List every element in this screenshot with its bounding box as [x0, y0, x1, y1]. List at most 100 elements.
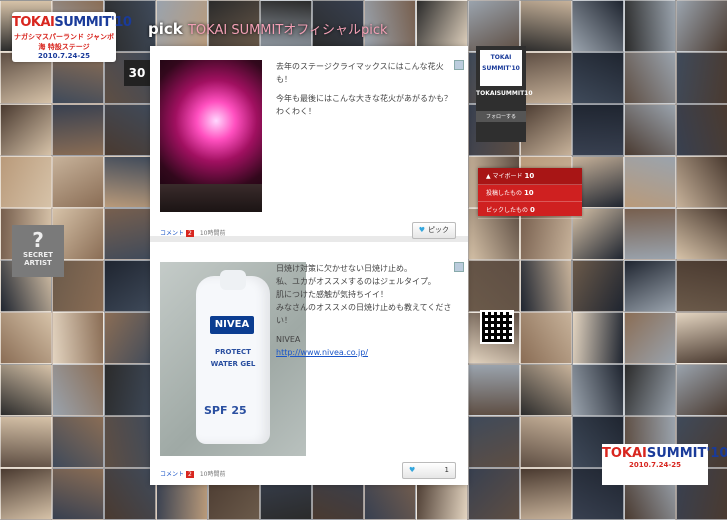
mosaic-photo-tile[interactable] — [52, 312, 104, 364]
menu-label: 投稿したもの — [486, 190, 523, 197]
date-badge: 30 — [124, 60, 150, 86]
mosaic-photo-tile[interactable] — [104, 364, 156, 416]
artist-label: ARTIST — [24, 259, 52, 267]
mosaic-photo-tile[interactable] — [468, 468, 520, 520]
logo-date: 2010.7.24-25 — [37, 52, 91, 60]
mosaic-photo-tile[interactable] — [572, 0, 624, 52]
profile-name: TOKAISUMMIT10 — [476, 90, 533, 97]
post-card: 去年のステージクライマックスにはこんな花火も！ 今年も最後にはこんな大きな花火が… — [150, 46, 468, 242]
mosaic-photo-tile[interactable] — [624, 52, 676, 104]
mosaic-photo-tile[interactable] — [52, 468, 104, 520]
avatar-text: TOKAI — [490, 54, 512, 61]
comment-link[interactable]: コメント — [160, 471, 184, 478]
mosaic-photo-tile[interactable] — [52, 364, 104, 416]
mosaic-photo-tile[interactable] — [520, 416, 572, 468]
mosaic-photo-tile[interactable] — [676, 364, 727, 416]
mosaic-photo-tile[interactable] — [520, 468, 572, 520]
mosaic-photo-tile[interactable] — [572, 312, 624, 364]
comment-count: 2 — [186, 471, 194, 478]
mosaic-photo-tile[interactable] — [572, 104, 624, 156]
menu-count: 10 — [523, 189, 534, 197]
post-time: 10時間前 — [199, 471, 226, 478]
pick-button-label: ピック — [428, 226, 449, 234]
mosaic-photo-tile[interactable] — [676, 156, 727, 208]
mosaic-photo-tile[interactable] — [676, 0, 727, 52]
mosaic-photo-tile[interactable] — [0, 156, 52, 208]
mosaic-photo-tile[interactable] — [676, 52, 727, 104]
mosaic-photo-tile[interactable] — [104, 156, 156, 208]
mosaic-photo-tile[interactable] — [624, 156, 676, 208]
mosaic-photo-tile[interactable] — [0, 364, 52, 416]
mosaic-photo-tile[interactable] — [52, 156, 104, 208]
menu-label: ピックしたもの — [486, 207, 529, 214]
mosaic-photo-tile[interactable] — [468, 364, 520, 416]
mosaic-photo-tile[interactable] — [0, 104, 52, 156]
comment-count: 2 — [186, 230, 194, 237]
pick-button[interactable]: ♥ 1 — [402, 462, 456, 479]
menu-myboard[interactable]: ▲ マイボード 10 — [478, 168, 582, 185]
mosaic-photo-tile[interactable] — [416, 0, 468, 52]
mosaic-photo-tile[interactable] — [520, 104, 572, 156]
mosaic-photo-tile[interactable] — [104, 416, 156, 468]
follow-button[interactable]: フォローする — [476, 111, 526, 122]
mosaic-photo-tile[interactable] — [104, 260, 156, 312]
mosaic-photo-tile[interactable] — [624, 312, 676, 364]
mosaic-photo-tile[interactable] — [676, 104, 727, 156]
mosaic-photo-tile[interactable] — [520, 260, 572, 312]
mosaic-photo-tile[interactable] — [676, 208, 727, 260]
mosaic-photo-tile[interactable] — [104, 104, 156, 156]
post-text-line: 今年も最後にはこんな大きな花火があがるかも？ わくわく！ — [276, 94, 452, 116]
bottle-text: WATER GEL — [210, 360, 256, 368]
mosaic-photo-tile[interactable] — [572, 260, 624, 312]
bottle-brand: NIVEA — [210, 316, 254, 334]
menu-count: 10 — [524, 172, 535, 180]
qr-code — [480, 310, 514, 344]
mosaic-photo-tile[interactable] — [572, 364, 624, 416]
nivea-link[interactable]: http://www.nivea.co.jp/ — [276, 348, 368, 357]
post-text-line: 私、ユカがオススメするのはジェルタイプ。 — [276, 277, 436, 286]
tokai-summit-logo[interactable]: TOKAISUMMIT'10 ナガシマスパーランド ジャンボ海 特設ステージ 2… — [12, 12, 132, 62]
mosaic-photo-tile[interactable] — [520, 0, 572, 52]
mosaic-photo-tile[interactable] — [624, 0, 676, 52]
mosaic-photo-tile[interactable] — [0, 416, 52, 468]
profile-card: TOKAI SUMMIT'10 TOKAISUMMIT10 フォローする — [476, 46, 533, 142]
mosaic-photo-tile[interactable] — [52, 104, 104, 156]
mosaic-photo-tile[interactable] — [0, 468, 52, 520]
pick-button[interactable]: ♥ ピック — [411, 222, 456, 239]
mosaic-photo-tile[interactable] — [52, 416, 104, 468]
mosaic-photo-tile[interactable] — [0, 312, 52, 364]
post-time: 10時間前 — [199, 230, 226, 237]
bottle-text: PROTECT — [215, 348, 251, 356]
post-text-line: NIVEA — [276, 335, 301, 344]
secret-label: SECRET — [23, 251, 53, 259]
menu-picked[interactable]: ピックしたもの 0 — [478, 202, 582, 219]
mosaic-photo-tile[interactable] — [104, 312, 156, 364]
mosaic-photo-tile[interactable] — [624, 208, 676, 260]
mosaic-photo-tile[interactable] — [468, 0, 520, 52]
mosaic-photo-tile[interactable] — [468, 416, 520, 468]
mosaic-photo-tile[interactable] — [676, 312, 727, 364]
mosaic-photo-tile[interactable] — [624, 104, 676, 156]
mosaic-photo-tile[interactable] — [572, 52, 624, 104]
secret-artist-tile[interactable]: ? SECRET ARTIST — [12, 225, 64, 277]
mosaic-photo-tile[interactable] — [624, 260, 676, 312]
page-subtitle: TOKAI SUMMITオフィシャルpick — [187, 23, 388, 38]
menu-posted[interactable]: 投稿したもの 10 — [478, 185, 582, 202]
tokai-summit-logo-footer[interactable]: TOKAISUMMIT'10 2010.7.24-25 — [602, 444, 727, 485]
mosaic-photo-tile[interactable] — [520, 364, 572, 416]
post-photo-fireworks[interactable] — [160, 60, 262, 212]
post-text: 去年のステージクライマックスにはこんな花火も！ 今年も最後にはこんな大きな花火が… — [276, 60, 456, 124]
mosaic-photo-tile[interactable] — [104, 468, 156, 520]
mosaic-photo-tile[interactable] — [624, 364, 676, 416]
post-meta: コメント 2 10時間前 — [160, 469, 225, 478]
profile-avatar[interactable]: TOKAI SUMMIT'10 — [480, 50, 522, 86]
nivea-bottle: NIVEA PROTECT WATER GEL SPF 25 — [196, 270, 270, 444]
mosaic-photo-tile[interactable] — [676, 260, 727, 312]
avatar-text: SUMMIT'10 — [482, 65, 520, 72]
logo-title: TOKAISUMMIT'10 — [602, 446, 727, 461]
post-text: 日焼け対策に欠かせない日焼け止め。 私、ユカがオススメするのはジェルタイプ。 肌… — [276, 262, 456, 365]
mosaic-photo-tile[interactable] — [520, 312, 572, 364]
mosaic-photo-tile[interactable] — [104, 208, 156, 260]
mosaic-photo-tile[interactable] — [468, 260, 520, 312]
comment-link[interactable]: コメント — [160, 230, 184, 237]
